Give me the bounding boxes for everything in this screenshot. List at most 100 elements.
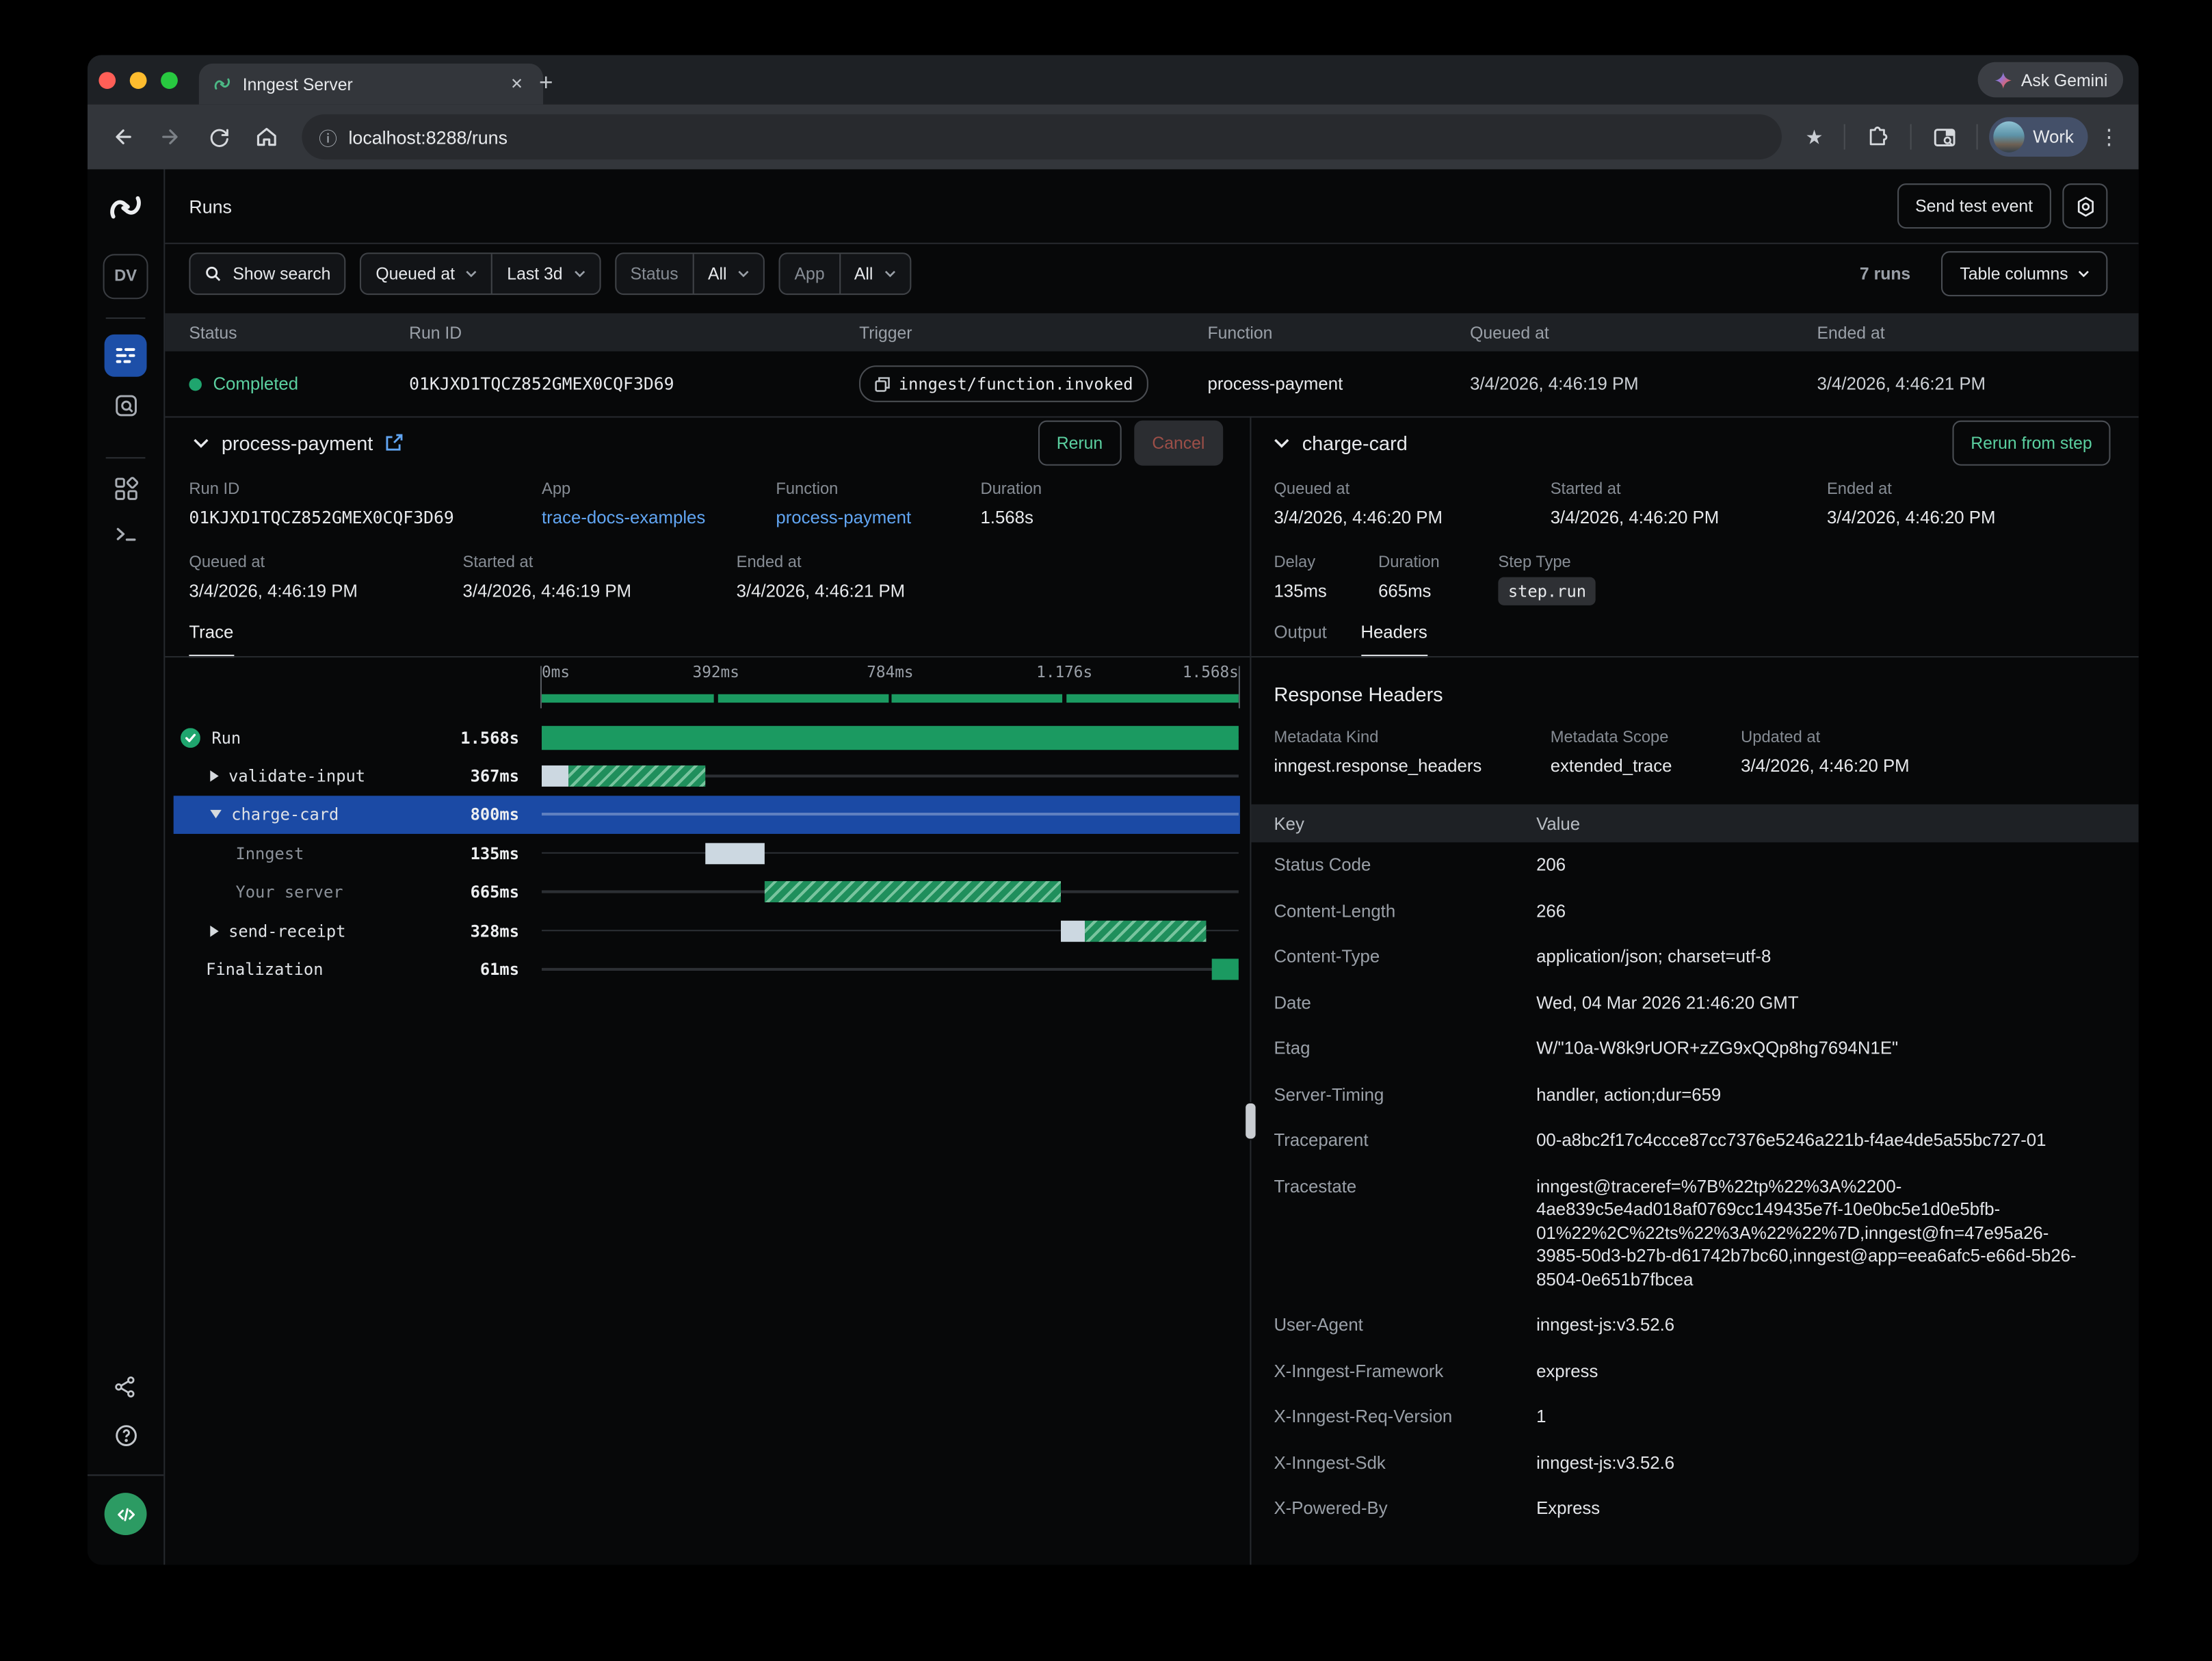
toolbar-separator <box>1977 125 1978 150</box>
ask-gemini-label: Ask Gemini <box>2021 70 2108 90</box>
trace-row[interactable]: validate-input367ms <box>174 757 1240 795</box>
trace-lane <box>542 834 1239 872</box>
dev-mode-toggle[interactable] <box>105 1493 147 1535</box>
trace-lane <box>542 873 1239 911</box>
run-id-value: 01KJXD1TQCZ852GMEX0CQF3D69 <box>189 506 542 529</box>
inngest-logo-icon <box>213 75 231 93</box>
axis-tick-label: 0ms <box>542 657 570 688</box>
expand-arrow-icon[interactable] <box>210 925 218 937</box>
browser-tab[interactable]: Inngest Server ✕ <box>199 64 543 105</box>
function-link[interactable]: process-payment <box>776 506 980 529</box>
trace-step-duration: 135ms <box>471 843 523 863</box>
header-row: EtagW/"10a-W8k9rUOR+zZG9xQQp8hg7694N1E" <box>1251 1025 2138 1071</box>
gemini-sparkle-icon <box>1993 70 2013 90</box>
tab-close-icon[interactable]: ✕ <box>505 72 529 96</box>
trace-lane <box>542 911 1239 950</box>
sidebar-item-share[interactable] <box>105 1366 147 1409</box>
extensions-button[interactable] <box>1856 116 1899 158</box>
expand-arrow-icon[interactable] <box>210 770 218 782</box>
inngest-logo[interactable] <box>107 189 144 226</box>
header-value: W/"10a-W8k9rUOR+zZG9xQQp8hg7694N1E" <box>1536 1037 2086 1060</box>
trace-row[interactable]: Run1.568s <box>174 718 1240 757</box>
trace-step-duration: 328ms <box>471 921 523 941</box>
rerun-button[interactable]: Rerun <box>1038 420 1121 465</box>
sidebar-item-apps[interactable] <box>105 467 147 510</box>
workspace-badge[interactable]: DV <box>103 254 148 299</box>
check-circle-icon <box>181 728 200 748</box>
traffic-light-maximize[interactable] <box>161 72 178 89</box>
trace-minimap[interactable] <box>542 689 1239 709</box>
home-button[interactable] <box>246 116 288 158</box>
panel-resize-handle[interactable] <box>1244 1102 1257 1140</box>
devtools-button[interactable] <box>1923 116 1965 158</box>
bookmark-star-icon[interactable]: ★ <box>1796 125 1833 149</box>
headers-table-header: Key Value <box>1251 805 2138 843</box>
external-link-icon[interactable] <box>386 433 404 452</box>
trace-row[interactable]: Inngest 135ms <box>174 834 1240 872</box>
back-button[interactable] <box>102 116 144 158</box>
table-row[interactable]: Completed 01KJXD1TQCZ852GMEX0CQF3D69 inn… <box>165 352 2138 418</box>
site-info-icon[interactable]: ⓘ <box>319 123 337 150</box>
header-row: X-Inngest-Frameworkexpress <box>1251 1348 2138 1394</box>
header-row: Server-Timinghandler, action;dur=659 <box>1251 1071 2138 1117</box>
status-filter[interactable]: Status All <box>615 252 765 295</box>
reload-button[interactable] <box>198 116 240 158</box>
header-key: Server-Timing <box>1274 1083 1536 1106</box>
trace-bar <box>542 726 1239 750</box>
traffic-light-close[interactable] <box>98 72 116 89</box>
forward-button[interactable] <box>150 116 192 158</box>
runs-trace-icon <box>113 343 138 368</box>
browser-window: Inngest Server ✕ + Ask Gemini ⓘ localhos… <box>88 55 2139 1565</box>
header-key: Content-Length <box>1274 900 1536 923</box>
reload-icon <box>207 125 231 149</box>
cancel-button[interactable]: Cancel <box>1134 420 1224 465</box>
sidebar-item-search[interactable] <box>105 384 147 426</box>
trace-row[interactable]: charge-card800ms <box>174 796 1240 834</box>
trace-step-name: send-receipt <box>228 921 345 941</box>
header-key: Date <box>1274 991 1536 1015</box>
settings-button[interactable] <box>2062 183 2107 228</box>
sidebar-item-functions[interactable] <box>105 512 147 555</box>
tab-output[interactable]: Output <box>1274 623 1326 658</box>
url-bar[interactable]: ⓘ localhost:8288/runs <box>302 114 1782 159</box>
trace-row[interactable]: Your server665ms <box>174 873 1240 911</box>
queued-at-filter[interactable]: Queued at Last 3d <box>360 252 601 295</box>
trace-step-name: validate-input <box>228 766 365 786</box>
browser-menu-button[interactable]: ⋮ <box>2094 125 2124 150</box>
trace-step-name: Inngest <box>235 843 304 863</box>
header-key: Content-Type <box>1274 945 1536 969</box>
chevron-down-icon[interactable] <box>1274 436 1289 448</box>
collapse-arrow-icon[interactable] <box>210 811 222 819</box>
sidebar-divider <box>106 457 146 458</box>
profile-button[interactable]: Work <box>1989 117 2088 157</box>
tab-headers[interactable]: Headers <box>1360 623 1427 658</box>
header-key: Traceparent <box>1274 1129 1536 1152</box>
header-key: X-Powered-By <box>1274 1497 1536 1520</box>
trace-waterfall: 0ms392ms784ms1.176s1.568s Run1.568svalid… <box>165 657 1250 1565</box>
show-search-button[interactable]: Show search <box>189 252 346 295</box>
sidebar-item-runs[interactable] <box>105 335 147 377</box>
trace-row[interactable]: send-receipt 328ms <box>174 911 1240 950</box>
new-tab-button[interactable]: + <box>529 66 563 101</box>
chevron-down-icon[interactable] <box>194 436 209 448</box>
trace-row[interactable]: Finalization61ms <box>174 950 1240 989</box>
step-detail-panel: charge-card Rerun from step Queued at3/4… <box>1251 416 2138 1565</box>
avatar <box>1993 121 2024 152</box>
trace-bar <box>1211 959 1239 980</box>
sidebar-item-help[interactable] <box>105 1414 147 1456</box>
traffic-light-minimize[interactable] <box>130 72 147 89</box>
ask-gemini-button[interactable]: Ask Gemini <box>1977 62 2123 98</box>
inngest-app: DV <box>88 170 2139 1565</box>
screenshot-stage: Inngest Server ✕ + Ask Gemini ⓘ localhos… <box>0 0 2212 1661</box>
tab-trace[interactable]: Trace <box>189 623 233 658</box>
runs-count: 7 runs <box>1860 264 1910 284</box>
table-columns-button[interactable]: Table columns <box>1942 251 2108 296</box>
send-test-event-button[interactable]: Send test event <box>1897 183 2051 228</box>
header-value: 1 <box>1536 1405 2086 1428</box>
app-link[interactable]: trace-docs-examples <box>542 506 776 529</box>
header-row: X-Powered-ByExpress <box>1251 1486 2138 1532</box>
trigger-badge[interactable]: inngest/function.invoked <box>859 365 1148 402</box>
rerun-from-step-button[interactable]: Rerun from step <box>1952 420 2110 465</box>
app-filter[interactable]: App All <box>779 252 911 295</box>
section-title: Response Headers <box>1274 679 1443 709</box>
